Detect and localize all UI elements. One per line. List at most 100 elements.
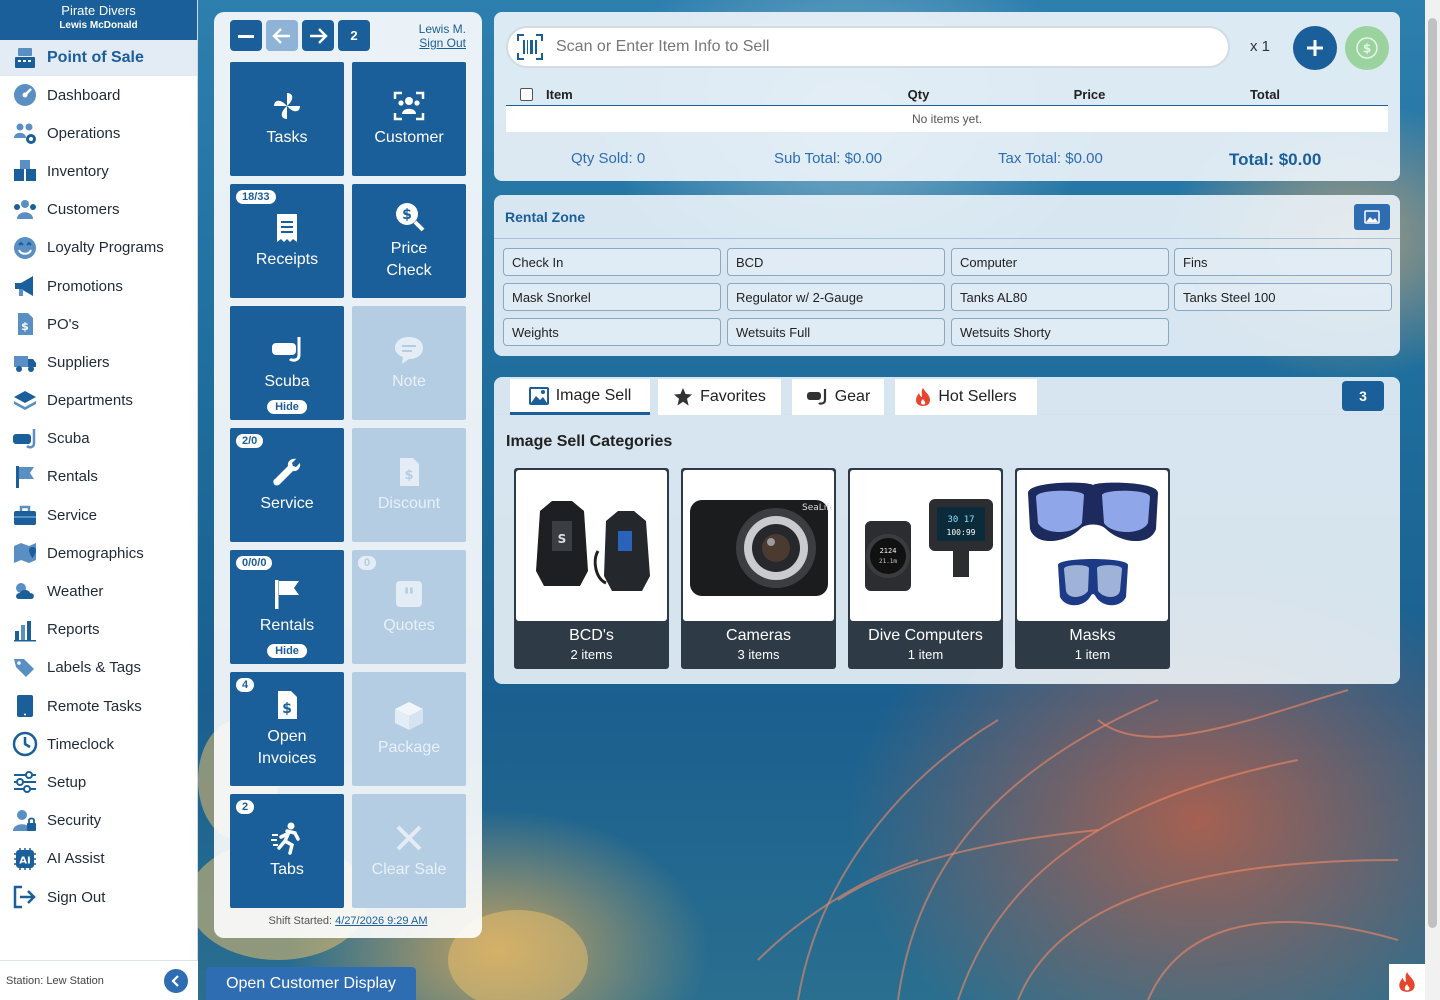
- rentals-hide-button[interactable]: Hide: [267, 644, 307, 658]
- sidebar-item-service[interactable]: Service: [0, 496, 197, 534]
- close-icon: [396, 825, 422, 851]
- package-button[interactable]: Package: [352, 672, 466, 786]
- add-item-button[interactable]: [1293, 26, 1337, 70]
- sidebar-item-inventory[interactable]: Inventory: [0, 152, 197, 190]
- map-pin-icon: [10, 540, 40, 566]
- sidebar-item-promotions[interactable]: Promotions: [0, 267, 197, 305]
- sidebar-item-dashboard[interactable]: Dashboard: [0, 76, 197, 114]
- sidebar-item-point-of-sale[interactable]: Point of Sale: [0, 40, 197, 76]
- rentals-button[interactable]: 0/0/0 Rentals Hide: [230, 550, 344, 664]
- sidebar-item-po-s[interactable]: $ PO's: [0, 305, 197, 343]
- tab-image-sell[interactable]: Image Sell: [510, 379, 650, 415]
- rental-button-tanks-al80[interactable]: Tanks AL80: [951, 283, 1169, 311]
- rental-button-check-in[interactable]: Check In: [503, 248, 721, 276]
- sidebar-item-weather[interactable]: Weather: [0, 572, 197, 610]
- next-page-button[interactable]: [302, 20, 334, 51]
- sidebar-item-setup[interactable]: Setup: [0, 763, 197, 801]
- bcd-image: S: [516, 470, 667, 621]
- dive-computer-picture: 2124 21.1m 30 17 100:99: [864, 498, 993, 591]
- sidebar-item-loyalty-programs[interactable]: Loyalty Programs: [0, 229, 197, 267]
- receipts-button[interactable]: 18/33 Receipts: [230, 184, 344, 298]
- scan-input[interactable]: [556, 38, 1176, 56]
- rental-button-bcd[interactable]: BCD: [727, 248, 945, 276]
- tabs-button[interactable]: 2 Tabs: [230, 794, 344, 908]
- megaphone-icon: [10, 273, 40, 299]
- dive-mask-icon: [806, 389, 826, 405]
- sidebar-item-label: Loyalty Programs: [47, 239, 164, 257]
- service-button[interactable]: 2/0 Service: [230, 428, 344, 542]
- tab-hot-sellers-label: Hot Sellers: [938, 388, 1017, 405]
- sidebar-item-sign-out[interactable]: Sign Out: [0, 878, 197, 916]
- category-cameras[interactable]: SeaLife Cameras 3 items: [681, 468, 836, 669]
- scuba-button[interactable]: Scuba Hide: [230, 306, 344, 420]
- rental-zone-title: Rental Zone: [505, 208, 586, 225]
- select-all-checkbox[interactable]: [519, 88, 533, 101]
- svg-text:30 17: 30 17: [947, 515, 974, 525]
- users-icon: [10, 197, 40, 223]
- sidebar-item-operations[interactable]: Operations: [0, 114, 197, 152]
- tab-favorites[interactable]: Favorites: [658, 379, 781, 415]
- sign-out-icon: [10, 884, 40, 910]
- wrench-icon: [273, 458, 301, 486]
- tasks-button[interactable]: Tasks: [230, 62, 344, 176]
- sidebar-item-ai-assist[interactable]: AI AI Assist: [0, 840, 197, 878]
- rental-button-mask-snorkel[interactable]: Mask Snorkel: [503, 283, 721, 311]
- pay-button[interactable]: $: [1345, 26, 1389, 70]
- category-bcds[interactable]: S BCD's 2 items: [514, 468, 669, 669]
- mask-image: [1017, 470, 1168, 621]
- sidebar-item-timeclock[interactable]: Timeclock: [0, 725, 197, 763]
- sidebar-item-label: Remote Tasks: [47, 697, 142, 715]
- service-count-badge: 2/0: [236, 434, 264, 448]
- rental-button-regulator-w-2-gauge[interactable]: Regulator w/ 2-Gauge: [727, 283, 945, 311]
- sidebar-footer: Station: Lew Station: [0, 960, 198, 1000]
- sidebar-item-scuba[interactable]: Scuba: [0, 420, 197, 458]
- image-sell-page-badge[interactable]: 3: [1342, 381, 1384, 411]
- sidebar-item-remote-tasks[interactable]: Remote Tasks: [0, 687, 197, 725]
- tab-gear[interactable]: Gear: [792, 379, 884, 415]
- scuba-hide-button[interactable]: Hide: [267, 400, 307, 414]
- price-check-button[interactable]: $ Price Check: [352, 184, 466, 298]
- user-full-name: Lewis McDonald: [59, 20, 138, 31]
- sidebar-item-departments[interactable]: Departments: [0, 382, 197, 420]
- hot-sellers-quick-button[interactable]: [1389, 964, 1425, 1000]
- dollar-coin-icon: $: [1356, 37, 1378, 59]
- customer-scan-icon: [393, 91, 425, 121]
- rental-button-wetsuits-shorty[interactable]: Wetsuits Shorty: [951, 318, 1169, 346]
- cart-empty-message: No items yet.: [506, 106, 1388, 132]
- sidebar-item-security[interactable]: Security: [0, 802, 197, 840]
- open-invoices-button[interactable]: 4 $ Open Invoices: [230, 672, 344, 786]
- page-scrollbar[interactable]: [1425, 0, 1440, 1000]
- rental-button-computer[interactable]: Computer: [951, 248, 1169, 276]
- discount-button[interactable]: $ Discount: [352, 428, 466, 542]
- quantity-multiplier[interactable]: x 1: [1250, 38, 1270, 55]
- category-masks[interactable]: Masks 1 item: [1015, 468, 1170, 669]
- shift-time-link[interactable]: 4/27/2026 9:29 AM: [335, 915, 427, 927]
- rental-image-toggle-button[interactable]: [1354, 204, 1390, 230]
- collapse-sidebar-button[interactable]: [164, 968, 188, 993]
- sidebar-nav: Point of Sale Dashboard Operations Inventor…: [0, 40, 197, 916]
- sign-out-link[interactable]: Sign Out: [419, 36, 466, 50]
- rentals-label: Rentals: [259, 617, 315, 634]
- scan-bar: [506, 26, 1230, 68]
- sidebar-item-suppliers[interactable]: Suppliers: [0, 343, 197, 381]
- clear-sale-button[interactable]: Clear Sale: [352, 794, 466, 908]
- tab-hot-sellers[interactable]: Hot Sellers: [895, 379, 1037, 415]
- rental-button-weights[interactable]: Weights: [503, 318, 721, 346]
- customer-button[interactable]: Customer: [352, 62, 466, 176]
- rental-button-wetsuits-full[interactable]: Wetsuits Full: [727, 318, 945, 346]
- category-dive-computers[interactable]: 2124 21.1m 30 17 100:99 Dive Computers 1…: [848, 468, 1003, 669]
- note-button[interactable]: Note: [352, 306, 466, 420]
- open-customer-display-button[interactable]: Open Customer Display: [206, 967, 416, 1000]
- quotes-button[interactable]: 0 " Quotes: [352, 550, 466, 664]
- previous-page-button[interactable]: [266, 20, 298, 51]
- sidebar-item-demographics[interactable]: Demographics: [0, 534, 197, 572]
- sidebar-item-customers[interactable]: Customers: [0, 191, 197, 229]
- sidebar-item-reports[interactable]: Reports: [0, 611, 197, 649]
- rental-button-fins[interactable]: Fins: [1174, 248, 1392, 276]
- sidebar-item-rentals[interactable]: Rentals: [0, 458, 197, 496]
- scrollbar-thumb[interactable]: [1428, 18, 1437, 928]
- rental-button-tanks-steel-100[interactable]: Tanks Steel 100: [1174, 283, 1392, 311]
- sidebar-item-labels-tags[interactable]: Labels & Tags: [0, 649, 197, 687]
- sidebar-item-label: Sign Out: [47, 888, 106, 906]
- minimize-button[interactable]: [230, 20, 262, 51]
